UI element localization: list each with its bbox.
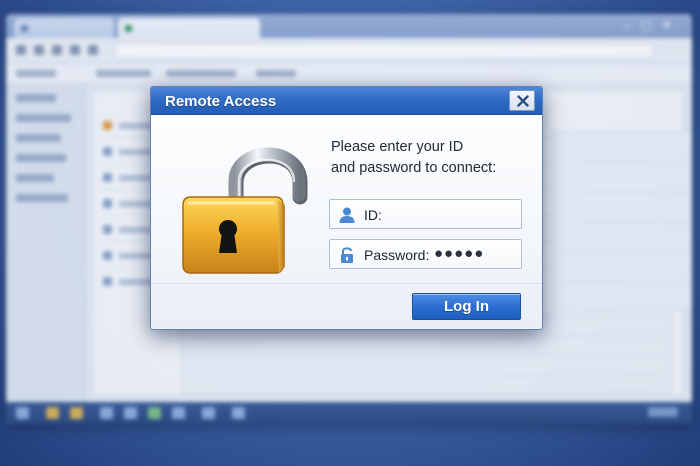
background-sidebar: [6, 84, 86, 402]
background-url-bar: [114, 43, 654, 59]
open-padlock-icon: [173, 125, 313, 275]
padlock-small-icon: [338, 246, 356, 269]
prompt-line-1: Please enter your ID: [331, 139, 464, 155]
back-icon: [16, 45, 26, 55]
password-label: Password:: [364, 247, 430, 263]
background-tab: [14, 18, 114, 38]
home-icon: [70, 45, 80, 55]
id-field[interactable]: ID:: [329, 199, 522, 229]
menu-icon: [88, 45, 98, 55]
forward-icon: [34, 45, 44, 55]
background-side-panel: [553, 131, 692, 311]
close-button[interactable]: [509, 90, 535, 111]
background-window-controls: –▢✕: [623, 18, 682, 32]
connection-prompt: Please enter your ID and password to con…: [331, 137, 531, 179]
login-button[interactable]: Log In: [412, 293, 521, 320]
id-label: ID:: [364, 207, 382, 223]
background-toolbar: [6, 38, 692, 64]
background-taskbar: [6, 402, 692, 424]
prompt-line-2: and password to connect:: [331, 160, 497, 176]
background-tab-strip: –▢✕: [6, 14, 692, 38]
background-tab-active: [118, 18, 260, 38]
dialog-divider: [151, 283, 542, 284]
user-icon: [338, 206, 356, 229]
password-value: ●●●●●: [434, 245, 485, 262]
dialog-title: Remote Access: [165, 93, 277, 110]
remote-access-dialog: Remote Access Please enter your ID and p…: [150, 86, 543, 330]
password-field[interactable]: Password: ●●●●●: [329, 239, 522, 269]
dialog-titlebar[interactable]: Remote Access: [151, 87, 542, 115]
background-bookmarks-bar: [6, 64, 692, 84]
reload-icon: [52, 45, 62, 55]
close-icon: [517, 95, 529, 107]
